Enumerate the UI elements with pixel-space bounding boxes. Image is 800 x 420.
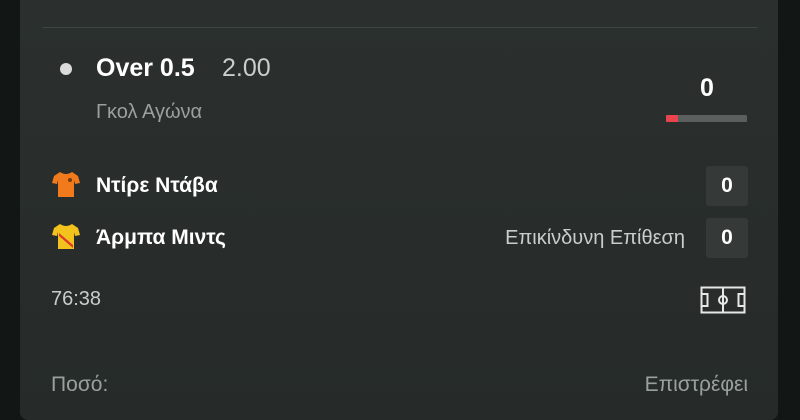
selection-name: Over 0.5 <box>96 54 195 82</box>
market-name: Γκολ Αγώνα <box>96 101 203 123</box>
goal-progress-bar <box>666 115 747 122</box>
goal-progress-fill <box>666 115 679 122</box>
match-clock: 76:38 <box>51 288 102 310</box>
score-away: 0 <box>706 218 748 258</box>
team-name-away: Άρμπα Μιντς <box>96 226 226 249</box>
selection-odds: 2.00 <box>222 54 271 82</box>
returns-label: Επιστρέφει <box>644 373 748 396</box>
goal-stat-value: 0 <box>700 74 714 102</box>
orange-shirt-icon <box>52 172 80 197</box>
divider <box>42 27 758 28</box>
event-text-away: Επικίνδυνη Επίθεση <box>505 227 685 249</box>
stake-label: Ποσό: <box>51 373 109 396</box>
pitch-icon[interactable] <box>700 286 746 314</box>
team-row-home: Ντίρε Ντάβα 0 <box>0 166 800 206</box>
score-home: 0 <box>706 166 748 206</box>
yellow-red-shirt-icon <box>52 224 80 249</box>
team-row-away: Άρμπα Μιντς Επικίνδυνη Επίθεση 0 <box>0 218 800 258</box>
team-name-home: Ντίρε Ντάβα <box>96 174 218 197</box>
bullet-icon <box>60 63 72 75</box>
